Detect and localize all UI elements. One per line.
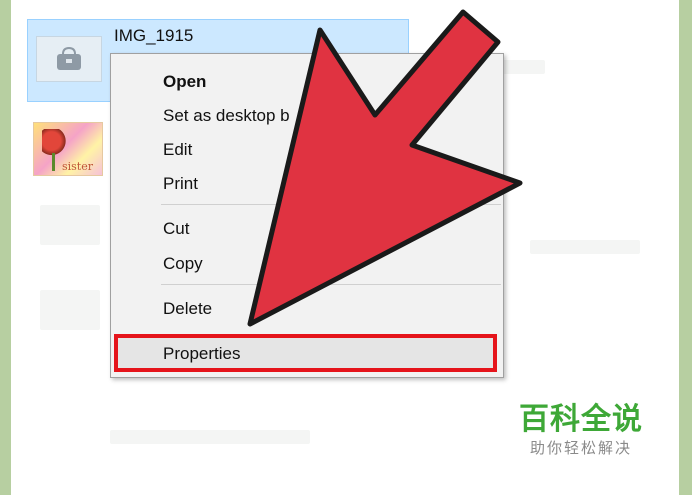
file-name: IMG_1915 bbox=[114, 26, 194, 45]
background-item bbox=[40, 290, 100, 330]
menu-item-edit[interactable]: Edit bbox=[163, 140, 192, 160]
watermark-subtitle: 助你轻松解决 bbox=[529, 439, 632, 457]
context-menu: Open Set as desktop b Edit Print Cut Cop… bbox=[110, 53, 504, 378]
menu-item-properties[interactable]: Properties bbox=[163, 344, 240, 364]
menu-item-copy[interactable]: Copy bbox=[163, 254, 203, 274]
background-item bbox=[40, 205, 100, 245]
flower-stem bbox=[52, 153, 55, 171]
menu-item-cut[interactable]: Cut bbox=[163, 219, 189, 239]
menu-item-open[interactable]: Open bbox=[163, 72, 206, 92]
bag-image-icon bbox=[36, 36, 102, 82]
watermark-logo: 百科全说 助你轻松解决 bbox=[512, 402, 650, 458]
menu-separator bbox=[161, 204, 501, 205]
background-item bbox=[530, 240, 640, 254]
watermark-title: 百科全说 bbox=[519, 402, 643, 437]
menu-item-set-as-desktop-background[interactable]: Set as desktop b bbox=[163, 106, 290, 126]
menu-separator bbox=[161, 284, 501, 285]
thumbnail-caption: sister bbox=[62, 160, 93, 173]
menu-item-print[interactable]: Print bbox=[163, 174, 198, 194]
image-thumbnail[interactable]: sister bbox=[33, 122, 103, 176]
menu-item-delete[interactable]: Delete bbox=[163, 299, 212, 319]
background-item bbox=[110, 430, 310, 444]
